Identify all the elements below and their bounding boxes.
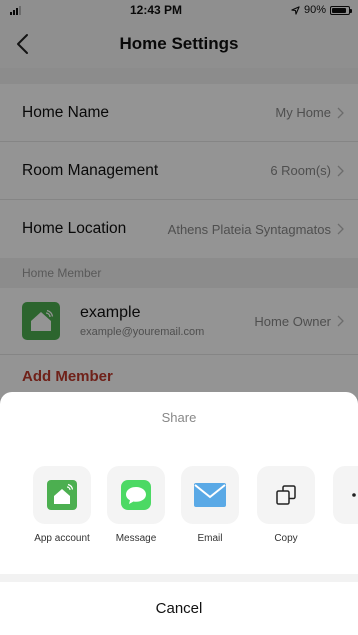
app-account-icon: [47, 480, 77, 510]
sheet-divider: [0, 574, 358, 582]
share-tile: [181, 466, 239, 524]
share-sheet: Share App account Message Email Copy Can…: [0, 392, 358, 635]
share-option-copy[interactable]: Copy: [246, 466, 326, 544]
share-option-label: App account: [34, 533, 90, 544]
share-sheet-title: Share: [161, 409, 197, 425]
more-icon: [352, 493, 356, 497]
cancel-button[interactable]: Cancel: [0, 582, 358, 635]
share-option-app-account[interactable]: App account: [22, 466, 102, 544]
share-tile: [33, 466, 91, 524]
share-options: App account Message Email Copy: [0, 466, 358, 556]
share-option-label: Email: [197, 533, 223, 544]
share-tile: [333, 466, 358, 524]
share-option-email[interactable]: Email: [170, 466, 250, 544]
share-option-label: Message: [115, 533, 157, 544]
copy-icon: [276, 485, 296, 505]
email-icon: [194, 483, 226, 507]
share-option-label: Copy: [274, 533, 298, 544]
share-option-message[interactable]: Message: [96, 466, 176, 544]
share-tile: [107, 466, 165, 524]
share-option-more[interactable]: M: [322, 466, 358, 544]
message-icon: [121, 480, 151, 510]
share-tile: [257, 466, 315, 524]
